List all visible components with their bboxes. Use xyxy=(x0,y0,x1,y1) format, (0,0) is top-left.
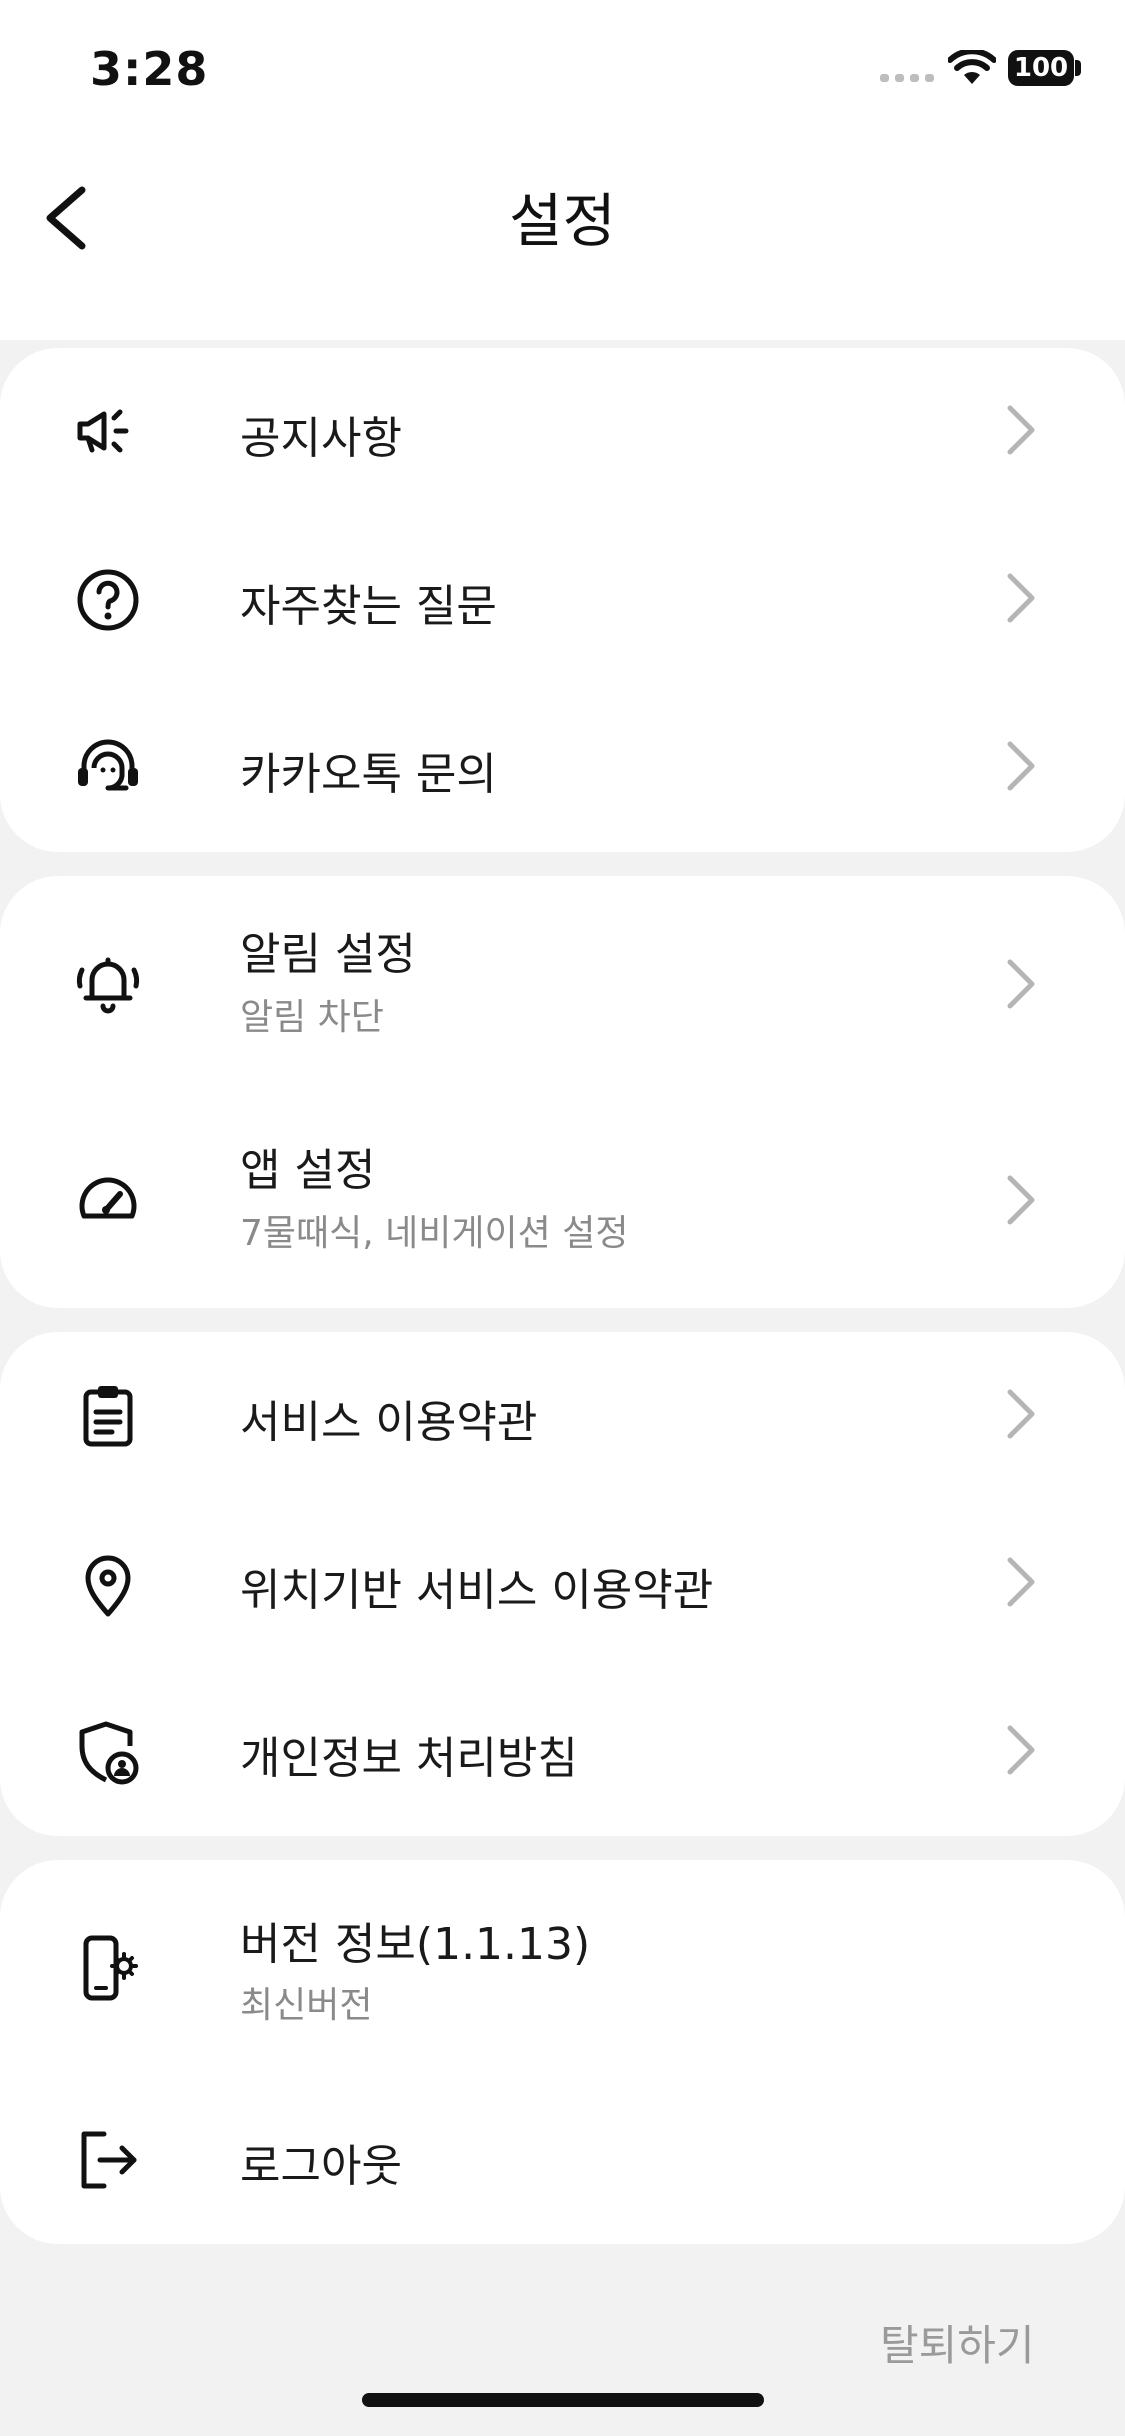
clipboard-icon xyxy=(83,1386,133,1447)
support-card: 공지사항 자주찾는 질문 카카오톡 문의 xyxy=(0,348,1125,852)
chevron-right-icon xyxy=(1007,959,1035,1009)
shield-user-icon xyxy=(79,1721,139,1785)
chevron-right-icon xyxy=(1007,1557,1035,1607)
account-card: 버전 정보(1.1.13) 최신버전 로그아웃 xyxy=(0,1860,1125,2244)
wifi-icon xyxy=(948,50,996,84)
location-pin-icon xyxy=(85,1555,131,1617)
bell-icon xyxy=(76,957,140,1014)
terms-of-service-item[interactable]: 서비스 이용약관 xyxy=(0,1332,1125,1500)
chevron-right-icon xyxy=(1007,1725,1035,1775)
location-terms-item[interactable]: 위치기반 서비스 이용약관 xyxy=(0,1500,1125,1668)
cellular-signal-icon xyxy=(880,74,934,82)
item-label: 개인정보 처리방침 xyxy=(240,1733,578,1784)
logout-item[interactable]: 로그아웃 xyxy=(0,2076,1125,2244)
item-label: 로그아웃 xyxy=(240,2141,402,2192)
battery-tip xyxy=(1075,60,1081,76)
preferences-card: 알림 설정 알림 차단 앱 설정 7물때식, 네비게이션 설정 xyxy=(0,876,1125,1308)
chevron-right-icon xyxy=(1007,1389,1035,1439)
item-label: 서비스 이용약관 xyxy=(240,1397,538,1448)
policies-card: 서비스 이용약관 위치기반 서비스 이용약관 개인정보 처리방침 xyxy=(0,1332,1125,1836)
logout-icon xyxy=(81,2131,137,2189)
item-label: 카카오톡 문의 xyxy=(240,749,497,800)
headset-icon xyxy=(78,739,138,791)
home-indicator xyxy=(362,2393,764,2407)
faq-item[interactable]: 자주찾는 질문 xyxy=(0,516,1125,684)
privacy-policy-item[interactable]: 개인정보 처리방침 xyxy=(0,1668,1125,1836)
item-label: 위치기반 서비스 이용약관 xyxy=(240,1565,714,1616)
chevron-right-icon xyxy=(1007,405,1035,455)
status-bar: 3:28 100 xyxy=(0,0,1125,140)
notice-item[interactable]: 공지사항 xyxy=(0,348,1125,516)
item-label: 알림 설정 xyxy=(240,929,416,980)
item-label: 앱 설정 xyxy=(240,1145,376,1196)
app-settings-item[interactable]: 앱 설정 7물때식, 네비게이션 설정 xyxy=(0,1092,1125,1308)
battery-indicator: 100 xyxy=(1008,50,1074,86)
item-sublabel: 7물때식, 네비게이션 설정 xyxy=(240,1213,629,1254)
item-label: 자주찾는 질문 xyxy=(240,581,497,632)
item-label: 공지사항 xyxy=(240,413,402,464)
chevron-right-icon xyxy=(1007,573,1035,623)
notification-settings-item[interactable]: 알림 설정 알림 차단 xyxy=(0,876,1125,1092)
page-title: 설정 xyxy=(509,187,616,255)
kakaotalk-inquiry-item[interactable]: 카카오톡 문의 xyxy=(0,684,1125,852)
item-label: 버전 정보(1.1.13) xyxy=(240,1919,591,1970)
status-time: 3:28 xyxy=(90,42,209,96)
item-sublabel: 최신버전 xyxy=(240,1985,373,2026)
item-sublabel: 알림 차단 xyxy=(240,997,384,1038)
version-info-item: 버전 정보(1.1.13) 최신버전 xyxy=(0,1860,1125,2076)
question-circle-icon xyxy=(77,569,139,631)
settings-screen: 3:28 100 설정 공지사항 자주찾는 질문 카카오톡 문의 알림 설정 알… xyxy=(0,0,1125,2436)
megaphone-icon xyxy=(77,409,129,453)
chevron-right-icon xyxy=(1007,1175,1035,1225)
phone-settings-icon xyxy=(83,1935,138,2001)
chevron-right-icon xyxy=(1007,741,1035,791)
speedometer-icon xyxy=(79,1177,137,1219)
nav-bar: 설정 xyxy=(0,140,1125,340)
withdraw-link[interactable]: 탈퇴하기 xyxy=(880,2312,1035,2373)
